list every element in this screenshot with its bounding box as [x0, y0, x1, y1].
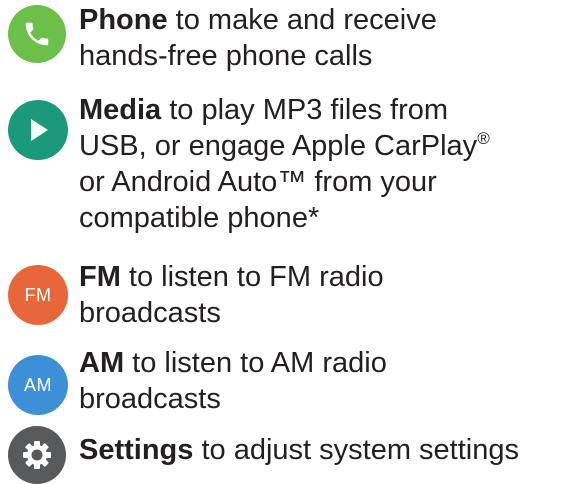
phone-icon	[8, 5, 66, 63]
phone-title: Phone	[79, 4, 168, 36]
gear-icon	[8, 426, 66, 484]
am-line-2: broadcasts	[79, 383, 221, 415]
media-line-4: compatible phone*	[79, 202, 320, 234]
settings-line-1: to adjust system settings	[193, 434, 519, 466]
media-description: Media to play MP3 files from USB, or eng…	[79, 92, 569, 236]
media-line-1: to play MP3 files from	[161, 94, 449, 126]
settings-description: Settings to adjust system settings	[79, 432, 569, 468]
media-title: Media	[79, 94, 162, 126]
play-icon	[8, 100, 68, 160]
phone-description: Phone to make and receive hands-free pho…	[79, 2, 569, 74]
fm-title: FM	[79, 261, 121, 293]
registered-mark: ®	[477, 129, 490, 148]
fm-radio-icon: FM	[8, 265, 68, 325]
settings-title: Settings	[79, 434, 194, 466]
media-line-3: or Android Auto™ from your	[79, 166, 437, 198]
fm-description: FM to listen to FM radio broadcasts	[79, 259, 569, 331]
am-title: AM	[79, 347, 125, 379]
media-line-2: USB, or engage Apple CarPlay	[79, 130, 478, 162]
am-line-1: to listen to AM radio	[124, 347, 387, 379]
am-radio-icon: AM	[8, 355, 68, 415]
am-icon-label: AM	[24, 374, 52, 395]
phone-line-1: to make and receive	[167, 4, 437, 36]
phone-line-2: hands-free phone calls	[79, 40, 373, 72]
fm-line-2: broadcasts	[79, 297, 221, 329]
fm-icon-label: FM	[24, 284, 52, 305]
fm-line-1: to listen to FM radio	[120, 261, 384, 293]
am-description: AM to listen to AM radio broadcasts	[79, 345, 569, 417]
